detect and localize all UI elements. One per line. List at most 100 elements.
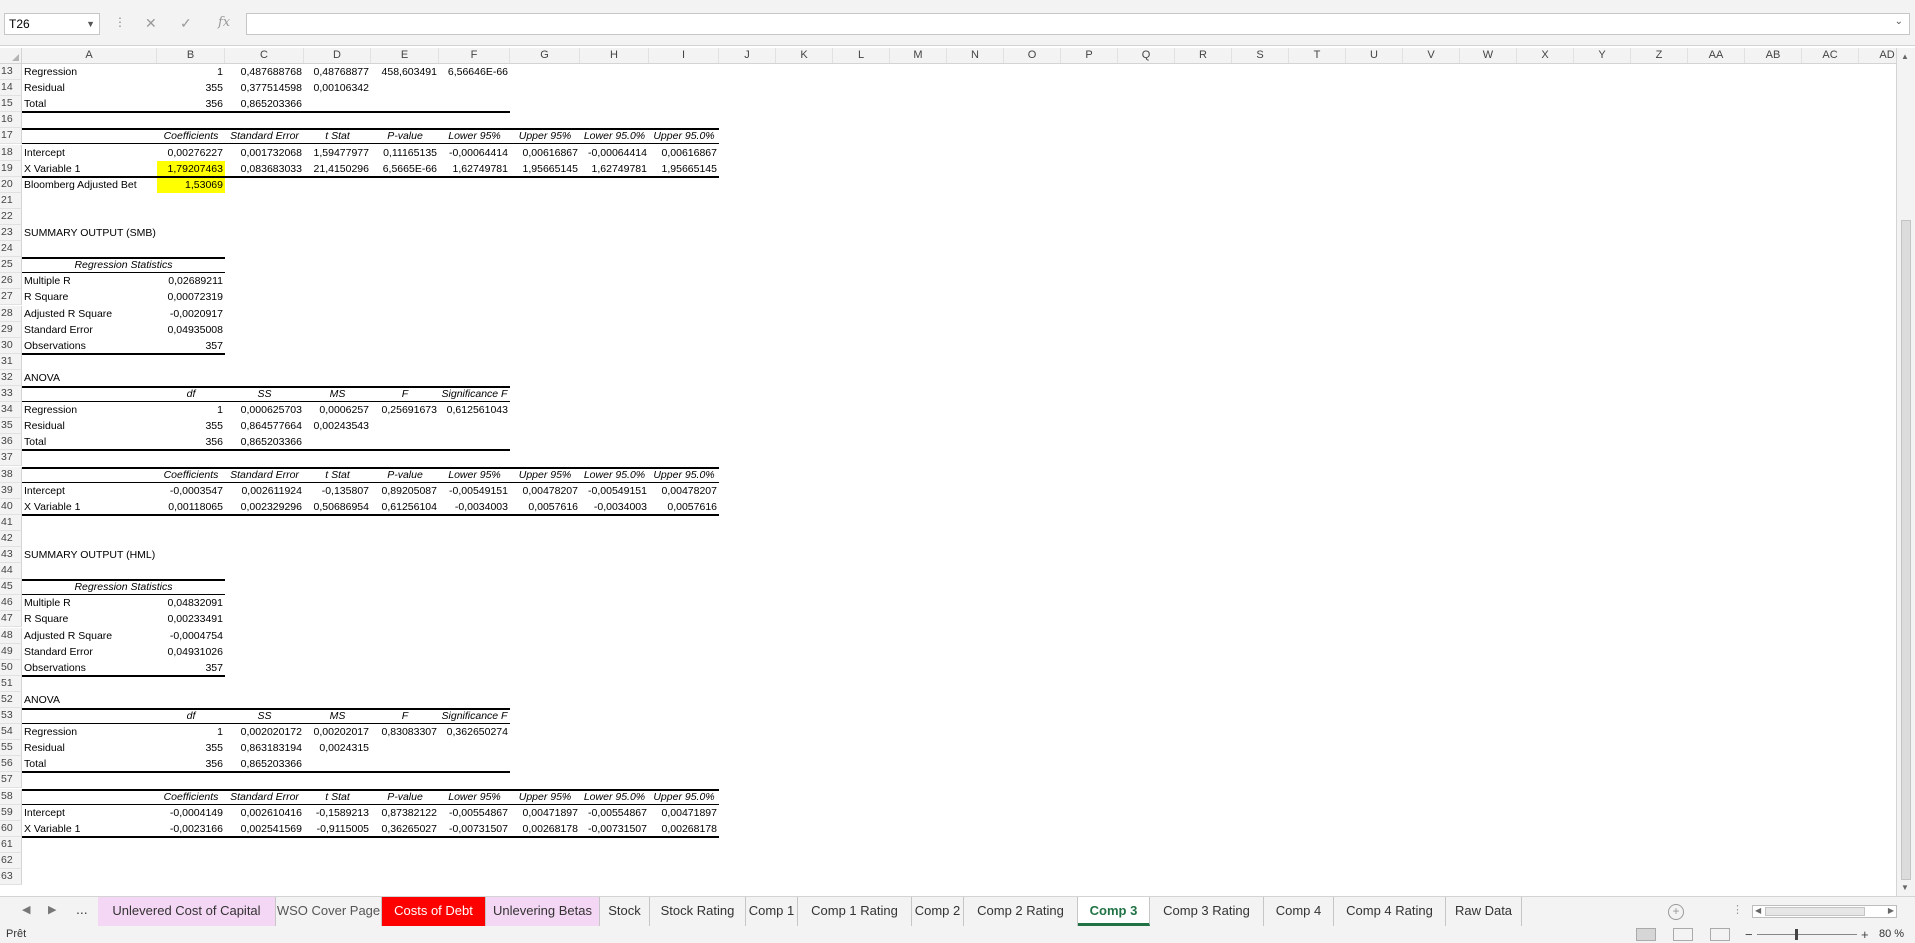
column-header-z[interactable]: Z: [1631, 48, 1688, 63]
cell-i18[interactable]: 0,00616867: [649, 145, 719, 161]
column-header-ac[interactable]: AC: [1802, 48, 1859, 63]
column-header-r[interactable]: R: [1175, 48, 1232, 63]
cell-e13[interactable]: 458,603491: [371, 64, 439, 80]
spreadsheet-grid[interactable]: 13 Regression 1 0,487688768 0,48768877 458,60…: [0, 64, 1896, 896]
row-header-50[interactable]: 50: [0, 660, 22, 676]
cell-h58[interactable]: Lower 95.0%: [580, 789, 649, 805]
cell-c58[interactable]: Standard Error: [225, 789, 304, 805]
cell-i58[interactable]: Upper 95.0%: [649, 789, 719, 805]
tab-next-icon[interactable]: ▶: [48, 903, 56, 916]
cell-h18[interactable]: -0,00064414: [580, 145, 649, 161]
horizontal-scrollbar[interactable]: ◀ ▶: [1752, 905, 1897, 918]
row-header-47[interactable]: 47: [0, 611, 22, 627]
row-header-17[interactable]: 17: [0, 128, 22, 144]
cell-b38[interactable]: Coefficients: [157, 467, 225, 483]
cell-f34[interactable]: 0,612561043: [439, 402, 510, 418]
row-header-56[interactable]: 56: [0, 756, 22, 772]
scroll-right-icon[interactable]: ▶: [1888, 906, 1894, 915]
row-header-57[interactable]: 57: [0, 772, 22, 788]
cell-b28[interactable]: -0,0020917: [157, 306, 225, 322]
cell-c15[interactable]: 0,865203366: [225, 96, 304, 112]
cell-c40[interactable]: 0,002329296: [225, 499, 304, 515]
column-header-ad[interactable]: AD: [1859, 48, 1896, 63]
cell-f53[interactable]: Significance F: [439, 708, 510, 724]
cell-a32[interactable]: ANOVA: [22, 370, 157, 386]
cell-b17[interactable]: Coefficients: [157, 128, 225, 144]
row-header-43[interactable]: 43: [0, 547, 22, 563]
cell-d38[interactable]: t Stat: [304, 467, 371, 483]
cell-e34[interactable]: 0,25691673: [371, 402, 439, 418]
insert-function-icon[interactable]: fx: [218, 13, 230, 33]
cell-f18[interactable]: -0,00064414: [439, 145, 510, 161]
cell-e58[interactable]: P-value: [371, 789, 439, 805]
cell-g60[interactable]: 0,00268178: [510, 821, 580, 837]
cell-f17[interactable]: Lower 95%: [439, 128, 510, 144]
cell-e53[interactable]: F: [371, 708, 439, 724]
cell-d60[interactable]: -0,9115005: [304, 821, 371, 837]
row-header-19[interactable]: 19: [0, 161, 22, 177]
zoom-slider-thumb[interactable]: [1795, 929, 1798, 940]
cell-c60[interactable]: 0,002541569: [225, 821, 304, 837]
cell-i19[interactable]: 1,95665145: [649, 161, 719, 177]
sheet-tab-comp-3-rating[interactable]: Comp 3 Rating: [1150, 897, 1264, 926]
row-header-29[interactable]: 29: [0, 322, 22, 338]
cell-b39[interactable]: -0,0003547: [157, 483, 225, 499]
cell-d40[interactable]: 0,50686954: [304, 499, 371, 515]
cell-ab25[interactable]: Regression Statistics: [22, 257, 225, 273]
horizontal-scroll-thumb[interactable]: [1765, 907, 1865, 916]
cell-g18[interactable]: 0,00616867: [510, 145, 580, 161]
row-header-21[interactable]: 21: [0, 193, 22, 209]
row-header-51[interactable]: 51: [0, 676, 22, 692]
sheet-tab-stock-rating[interactable]: Stock Rating: [650, 897, 746, 926]
cell-b54[interactable]: 1: [157, 724, 225, 740]
cell-g58[interactable]: Upper 95%: [510, 789, 580, 805]
row-header-52[interactable]: 52: [0, 692, 22, 708]
cell-i17[interactable]: Upper 95.0%: [649, 128, 719, 144]
cell-a43[interactable]: SUMMARY OUTPUT (HML): [22, 547, 157, 563]
column-header-u[interactable]: U: [1346, 48, 1403, 63]
name-box[interactable]: T26 ▼: [4, 13, 100, 35]
cell-a19[interactable]: X Variable 1: [22, 161, 157, 177]
row-header-26[interactable]: 26: [0, 273, 22, 289]
enter-check-icon[interactable]: ✓: [180, 13, 192, 33]
cell-a47[interactable]: R Square: [22, 611, 157, 627]
column-header-b[interactable]: B: [157, 48, 225, 63]
cell-f59[interactable]: -0,00554867: [439, 805, 510, 821]
row-header-63[interactable]: 63: [0, 869, 22, 885]
cell-e38[interactable]: P-value: [371, 467, 439, 483]
cell-b27[interactable]: 0,00072319: [157, 289, 225, 305]
cell-a29[interactable]: Standard Error: [22, 322, 157, 338]
cell-i39[interactable]: 0,00478207: [649, 483, 719, 499]
column-header-w[interactable]: W: [1460, 48, 1517, 63]
row-header-37[interactable]: 37: [0, 450, 22, 466]
row-header-55[interactable]: 55: [0, 740, 22, 756]
row-header-31[interactable]: 31: [0, 354, 22, 370]
column-header-m[interactable]: M: [890, 48, 947, 63]
cell-a14[interactable]: Residual: [22, 80, 157, 96]
cell-a52[interactable]: ANOVA: [22, 692, 157, 708]
cell-h38[interactable]: Lower 95.0%: [580, 467, 649, 483]
cell-b59[interactable]: -0,0004149: [157, 805, 225, 821]
row-header-60[interactable]: 60: [0, 821, 22, 837]
column-header-g[interactable]: G: [510, 48, 580, 63]
sheet-tab-comp-2[interactable]: Comp 2: [912, 897, 964, 926]
column-header-l[interactable]: L: [833, 48, 890, 63]
cell-c53[interactable]: SS: [225, 708, 304, 724]
cell-b60[interactable]: -0,0023166: [157, 821, 225, 837]
cell-d19[interactable]: 21,4150296: [304, 161, 371, 177]
column-header-t[interactable]: T: [1289, 48, 1346, 63]
row-header-58[interactable]: 58: [0, 789, 22, 805]
more-icon[interactable]: ⋮: [1732, 903, 1743, 916]
sheet-tab-stock[interactable]: Stock: [600, 897, 650, 926]
cell-g39[interactable]: 0,00478207: [510, 483, 580, 499]
cell-d13[interactable]: 0,48768877: [304, 64, 371, 80]
scroll-down-icon[interactable]: ▼: [1901, 883, 1909, 892]
row-header-40[interactable]: 40: [0, 499, 22, 515]
cell-f39[interactable]: -0,00549151: [439, 483, 510, 499]
row-header-34[interactable]: 34: [0, 402, 22, 418]
cell-e54[interactable]: 0,83083307: [371, 724, 439, 740]
row-header-14[interactable]: 14: [0, 80, 22, 96]
row-header-59[interactable]: 59: [0, 805, 22, 821]
cell-a46[interactable]: Multiple R: [22, 595, 157, 611]
cell-d18[interactable]: 1,59477977: [304, 145, 371, 161]
